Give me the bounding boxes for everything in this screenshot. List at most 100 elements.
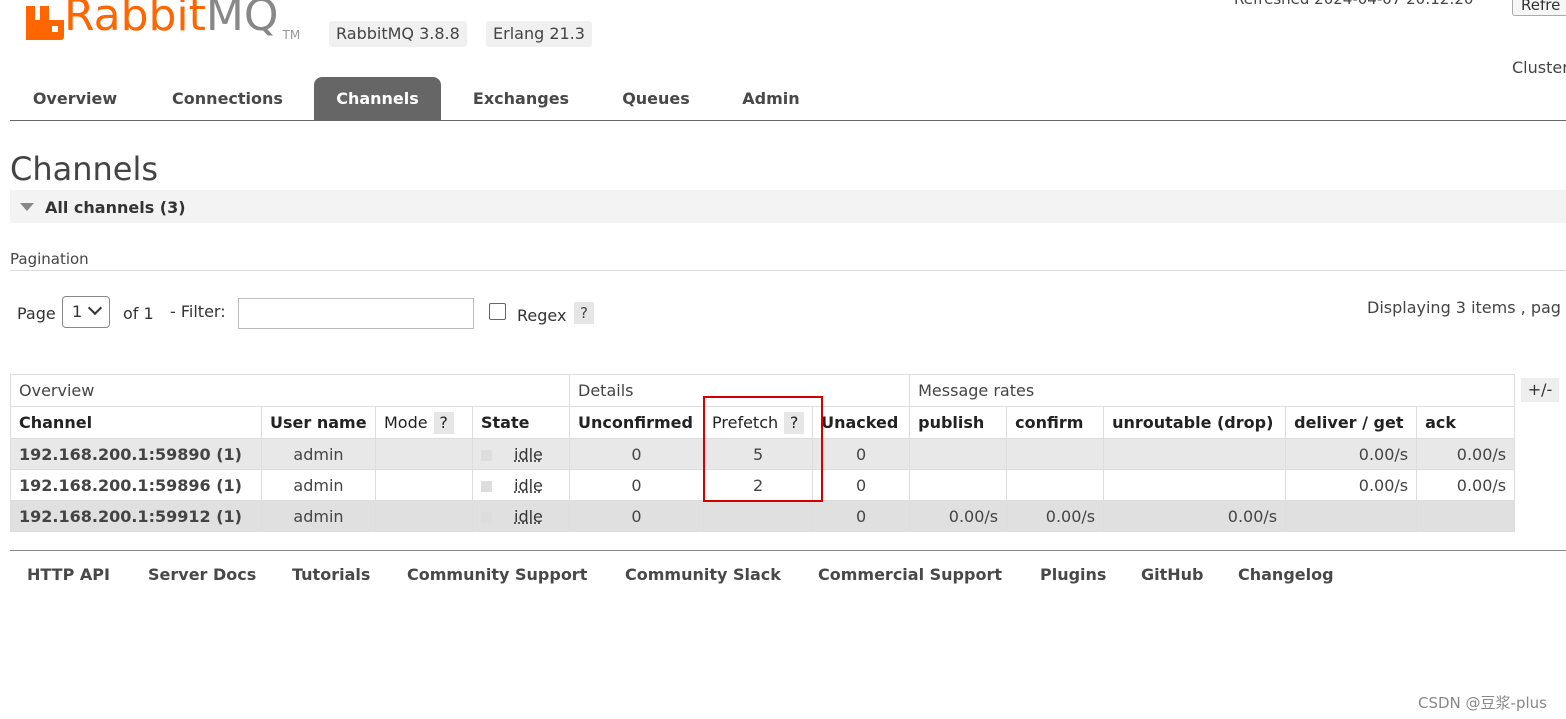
rabbit-icon — [26, 0, 64, 40]
all-channels-section-toggle[interactable]: All channels (3) — [10, 190, 1566, 223]
footer-link-http-api[interactable]: HTTP API — [27, 565, 110, 584]
deliver-cell — [1285, 500, 1418, 532]
group-header-message-rates: Message rates — [909, 374, 1516, 407]
ack-cell: 0.00/s — [1416, 469, 1516, 501]
state-indicator-icon — [481, 449, 492, 461]
confirm-cell — [1006, 469, 1105, 501]
state-cell: idle — [472, 500, 570, 532]
regex-help-button[interactable]: ? — [574, 302, 594, 324]
refresh-button[interactable]: Refre — [1512, 0, 1566, 16]
regex-label: Regex — [517, 306, 567, 325]
tab-exchanges[interactable]: Exchanges — [456, 77, 586, 120]
rabbitmq-logo[interactable]: RabbitMQ TM — [26, 0, 300, 44]
divider — [10, 270, 1566, 271]
channel-link[interactable]: 192.168.200.1:59890 (1) — [10, 438, 262, 470]
mode-help-button[interactable]: ? — [433, 411, 454, 434]
footer-link-plugins[interactable]: Plugins — [1040, 565, 1106, 584]
footer-link-tutorials[interactable]: Tutorials — [292, 565, 370, 584]
state-indicator-icon — [481, 480, 492, 492]
displaying-items-text: Displaying 3 items , pag — [1367, 298, 1561, 317]
table-row: 192.168.200.1:59912 (1) admin idle 0 0 0… — [10, 500, 1516, 532]
footer-link-community-support[interactable]: Community Support — [407, 565, 587, 584]
footer-link-server-docs[interactable]: Server Docs — [148, 565, 256, 584]
publish-cell — [909, 438, 1008, 470]
col-label: State — [481, 413, 530, 432]
col-label: ack — [1425, 413, 1457, 432]
col-label: Unconfirmed — [578, 413, 693, 432]
tab-admin[interactable]: Admin — [726, 77, 816, 120]
logo-text: RabbitMQ — [64, 0, 279, 41]
col-header-publish[interactable]: publish — [909, 406, 1008, 439]
channel-link[interactable]: 192.168.200.1:59896 (1) — [10, 469, 262, 501]
unconfirmed-cell: 0 — [569, 438, 704, 470]
col-header-confirm[interactable]: confirm — [1006, 406, 1105, 439]
channel-link[interactable]: 192.168.200.1:59912 (1) — [10, 500, 262, 532]
footer-link-commercial-support[interactable]: Commercial Support — [818, 565, 1002, 584]
pagination-title: Pagination — [10, 250, 89, 268]
mode-cell — [375, 500, 473, 532]
column-toggle-button[interactable]: +/- — [1521, 378, 1559, 402]
filter-label: - Filter: — [170, 302, 226, 321]
col-label: Unacked — [821, 413, 899, 432]
col-label: unroutable (drop) — [1112, 413, 1274, 432]
col-label: User name — [270, 413, 367, 432]
rabbitmq-version-badge: RabbitMQ 3.8.8 — [329, 21, 467, 47]
logo-trademark: TM — [282, 28, 301, 42]
refreshed-timestamp: Refreshed 2024-04-07 20:12:20 — [1234, 0, 1473, 8]
regex-checkbox[interactable] — [489, 303, 506, 320]
cluster-label: Cluster — [1512, 58, 1566, 77]
group-header-overview: Overview — [10, 374, 570, 407]
col-header-unroutable[interactable]: unroutable (drop) — [1103, 406, 1287, 439]
publish-cell — [909, 469, 1008, 501]
footer-link-changelog[interactable]: Changelog — [1238, 565, 1334, 584]
page-select-value: 1 — [72, 302, 83, 321]
tab-overview[interactable]: Overview — [10, 77, 140, 120]
col-header-unconfirmed[interactable]: Unconfirmed — [569, 406, 704, 439]
deliver-cell: 0.00/s — [1285, 438, 1418, 470]
col-label: confirm — [1015, 413, 1084, 432]
deliver-cell: 0.00/s — [1285, 469, 1418, 501]
user-cell: admin — [261, 438, 376, 470]
mode-cell — [375, 469, 473, 501]
unconfirmed-cell: 0 — [569, 500, 704, 532]
state-text: idle — [514, 506, 543, 526]
footer-divider — [10, 550, 1566, 551]
state-text: idle — [514, 475, 543, 495]
col-label: publish — [918, 413, 985, 432]
prefetch-cell — [702, 500, 814, 532]
col-label: Mode — [384, 412, 428, 432]
col-label: Channel — [19, 413, 93, 432]
tab-connections[interactable]: Connections — [150, 77, 305, 120]
chevron-down-icon — [87, 300, 103, 316]
col-header-channel[interactable]: Channel — [10, 406, 262, 439]
col-header-mode[interactable]: Mode? — [375, 406, 473, 439]
col-header-state[interactable]: State — [472, 406, 570, 439]
user-cell: admin — [261, 469, 376, 501]
unroutable-cell — [1103, 469, 1287, 501]
footer-link-github[interactable]: GitHub — [1141, 565, 1204, 584]
filter-input[interactable] — [238, 298, 474, 329]
ack-cell: 0.00/s — [1416, 438, 1516, 470]
footer-link-community-slack[interactable]: Community Slack — [625, 565, 781, 584]
prefetch-highlight-box — [703, 396, 823, 502]
tab-queues[interactable]: Queues — [606, 77, 706, 120]
watermark: CSDN @豆浆-plus — [1418, 694, 1547, 712]
col-header-user-name[interactable]: User name — [261, 406, 376, 439]
unacked-cell: 0 — [812, 438, 911, 470]
page-select[interactable]: 1 — [62, 296, 110, 328]
unacked-cell: 0 — [812, 469, 911, 501]
tab-channels[interactable]: Channels — [314, 77, 441, 120]
collapse-triangle-icon — [20, 203, 34, 211]
section-label: All channels (3) — [45, 198, 186, 217]
ack-cell — [1416, 500, 1516, 532]
col-header-deliver-get[interactable]: deliver / get — [1285, 406, 1418, 439]
unconfirmed-cell: 0 — [569, 469, 704, 501]
col-header-ack[interactable]: ack — [1416, 406, 1516, 439]
page-title: Channels — [10, 150, 159, 188]
unroutable-cell — [1103, 438, 1287, 470]
erlang-version-badge: Erlang 21.3 — [486, 21, 592, 47]
unacked-cell: 0 — [812, 500, 911, 532]
col-header-unacked[interactable]: Unacked — [812, 406, 911, 439]
unroutable-cell: 0.00/s — [1103, 500, 1287, 532]
user-cell: admin — [261, 500, 376, 532]
